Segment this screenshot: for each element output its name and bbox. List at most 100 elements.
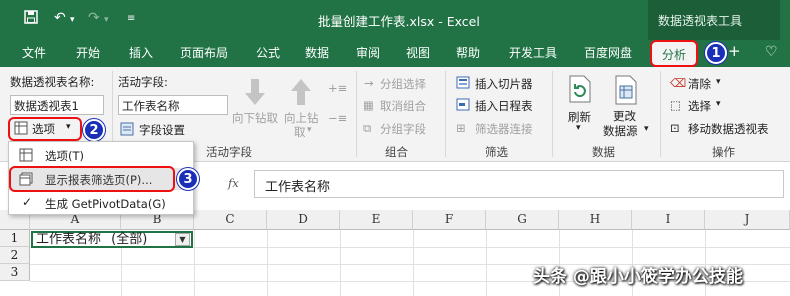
tab-developer[interactable]: 开发工具 bbox=[509, 44, 557, 61]
group-separator bbox=[660, 71, 661, 157]
row-header[interactable]: 3 bbox=[0, 264, 30, 281]
redo-dropdown-icon[interactable]: ▾ bbox=[104, 15, 109, 25]
options-icon bbox=[19, 148, 33, 165]
ungroup-icon: ▦ bbox=[363, 98, 374, 112]
move-pivot-icon: ⊡ bbox=[670, 121, 680, 135]
refresh-icon[interactable] bbox=[566, 74, 594, 107]
cell-a1[interactable]: 工作表名称 bbox=[36, 232, 101, 247]
filter-connections-button[interactable]: 筛选器连接 bbox=[475, 121, 533, 137]
pivot-name-input[interactable]: 数据透视表1 bbox=[10, 95, 104, 115]
step-badge-1: 1 bbox=[705, 42, 727, 64]
clear-dropdown-icon[interactable]: ▾ bbox=[716, 77, 721, 87]
column-header[interactable]: E bbox=[340, 210, 413, 230]
drill-up-icon[interactable] bbox=[287, 77, 315, 110]
group-field-icon: ⧉ bbox=[363, 121, 372, 135]
formula-input[interactable]: 工作表名称 bbox=[254, 170, 784, 198]
menu-item-generate-getpivotdata[interactable]: ✓ 生成 GetPivotData(G) bbox=[9, 192, 193, 214]
column-header[interactable]: I bbox=[632, 210, 705, 230]
pivot-name-label: 数据透视表名称: bbox=[10, 75, 95, 89]
change-data-source-dropdown-icon[interactable]: ▾ bbox=[644, 124, 649, 134]
group-selection-button[interactable]: 分组选择 bbox=[380, 76, 426, 92]
tab-page-layout[interactable]: 页面布局 bbox=[180, 44, 228, 61]
slicer-icon bbox=[456, 76, 470, 92]
change-data-source-label[interactable]: 更改 bbox=[613, 108, 636, 124]
redo-icon[interactable]: ↷ bbox=[88, 10, 100, 26]
watermark: 头条 @跟小小筱学办公技能 bbox=[533, 267, 743, 287]
step-badge-3: 3 bbox=[177, 168, 199, 190]
column-header[interactable]: F bbox=[413, 210, 486, 230]
tab-formulas[interactable]: 公式 bbox=[256, 44, 280, 61]
expand-field-icon[interactable]: +≡ bbox=[328, 81, 347, 95]
menu-item-options[interactable]: 选项(T) bbox=[9, 144, 193, 166]
menu-item-highlight bbox=[9, 166, 175, 192]
undo-dropdown-icon[interactable]: ▾ bbox=[70, 15, 75, 25]
title-bar: ↶ ▾ ↷ ▾ ≡ 批量创建工作表.xlsx - Excel 数据透视表工具 bbox=[0, 0, 790, 40]
column-header[interactable]: J bbox=[705, 210, 790, 230]
drill-down-label: 向下钻取 bbox=[232, 111, 278, 125]
insert-timeline-button[interactable]: 插入日程表 bbox=[475, 98, 533, 114]
customize-icon[interactable]: ≡ bbox=[127, 13, 135, 24]
gridline bbox=[413, 230, 414, 296]
tab-analyze[interactable]: 分析 bbox=[650, 40, 699, 67]
fx-icon[interactable]: fx bbox=[228, 176, 239, 190]
insert-slicer-button[interactable]: 插入切片器 bbox=[475, 76, 533, 92]
tab-insert[interactable]: 插入 bbox=[129, 44, 153, 61]
column-header[interactable]: H bbox=[559, 210, 632, 230]
clear-button[interactable]: 清除 bbox=[688, 76, 711, 92]
save-icon[interactable] bbox=[24, 10, 38, 28]
change-data-source-label-line2[interactable]: 数据源 bbox=[603, 123, 638, 139]
options-grid-icon bbox=[14, 121, 28, 138]
gridline bbox=[267, 230, 268, 296]
pivot-filter-cell[interactable]: 工作表名称 (全部) bbox=[31, 231, 193, 248]
active-field-group-label: 活动字段 bbox=[206, 145, 252, 159]
row-header[interactable]: 1 bbox=[0, 230, 30, 247]
active-field-input[interactable]: 工作表名称 bbox=[118, 95, 228, 115]
cell-b1[interactable]: (全部) bbox=[111, 232, 147, 247]
step-badge-2: 2 bbox=[83, 119, 105, 141]
data-group-label: 数据 bbox=[592, 145, 615, 159]
tab-home[interactable]: 开始 bbox=[76, 44, 100, 61]
field-settings-button[interactable]: 字段设置 bbox=[139, 122, 185, 138]
column-header[interactable]: D bbox=[267, 210, 340, 230]
group-separator bbox=[552, 71, 553, 157]
column-header[interactable]: C bbox=[194, 210, 267, 230]
tab-file[interactable]: 文件 bbox=[22, 44, 46, 61]
refresh-dropdown-icon[interactable]: ▾ bbox=[576, 123, 581, 133]
ungroup-button[interactable]: 取消组合 bbox=[380, 98, 426, 114]
filter-dropdown-icon[interactable]: ▼ bbox=[175, 233, 190, 246]
options-dropdown-icon[interactable]: ▾ bbox=[66, 122, 71, 132]
collapse-field-icon[interactable]: −≡ bbox=[328, 111, 347, 125]
group-selection-icon: → bbox=[364, 76, 374, 90]
filter-connections-icon: ⊞ bbox=[456, 121, 466, 135]
options-button[interactable]: 选项 bbox=[32, 121, 55, 137]
tab-overflow-plus-icon[interactable]: + bbox=[728, 42, 741, 60]
actions-group-label: 操作 bbox=[712, 145, 735, 159]
move-pivot-button[interactable]: 移动数据透视表 bbox=[688, 121, 769, 137]
menu-item-label: 生成 GetPivotData(G) bbox=[45, 197, 166, 211]
gridline bbox=[340, 230, 341, 296]
lightbulb-icon[interactable]: ♡ bbox=[765, 44, 778, 60]
tab-review[interactable]: 审阅 bbox=[356, 44, 380, 61]
field-settings-icon bbox=[120, 122, 134, 139]
column-header[interactable]: G bbox=[486, 210, 559, 230]
row-header[interactable]: 2 bbox=[0, 247, 30, 264]
active-field-label: 活动字段: bbox=[118, 75, 168, 89]
select-button[interactable]: 选择 bbox=[688, 98, 711, 114]
tab-help[interactable]: 帮助 bbox=[456, 44, 480, 61]
select-icon: ⬚ bbox=[670, 98, 681, 112]
tab-view[interactable]: 视图 bbox=[406, 44, 430, 61]
gridline bbox=[194, 230, 195, 296]
group-separator bbox=[356, 71, 357, 157]
tab-baidu-netdisk[interactable]: 百度网盘 bbox=[584, 44, 632, 61]
drill-up-dropdown-icon[interactable]: ▾ bbox=[307, 125, 312, 135]
tab-data[interactable]: 数据 bbox=[305, 44, 329, 61]
drill-up-label-line2: 取 bbox=[294, 125, 306, 139]
select-dropdown-icon[interactable]: ▾ bbox=[716, 99, 721, 109]
group-group-label: 组合 bbox=[385, 145, 408, 159]
contextual-tab-group: 数据透视表工具 bbox=[648, 0, 780, 40]
undo-icon[interactable]: ↶ bbox=[54, 10, 66, 26]
timeline-icon bbox=[456, 98, 470, 114]
change-data-source-icon[interactable] bbox=[612, 74, 640, 109]
drill-down-icon[interactable] bbox=[241, 77, 269, 110]
group-field-button[interactable]: 分组字段 bbox=[380, 121, 426, 137]
